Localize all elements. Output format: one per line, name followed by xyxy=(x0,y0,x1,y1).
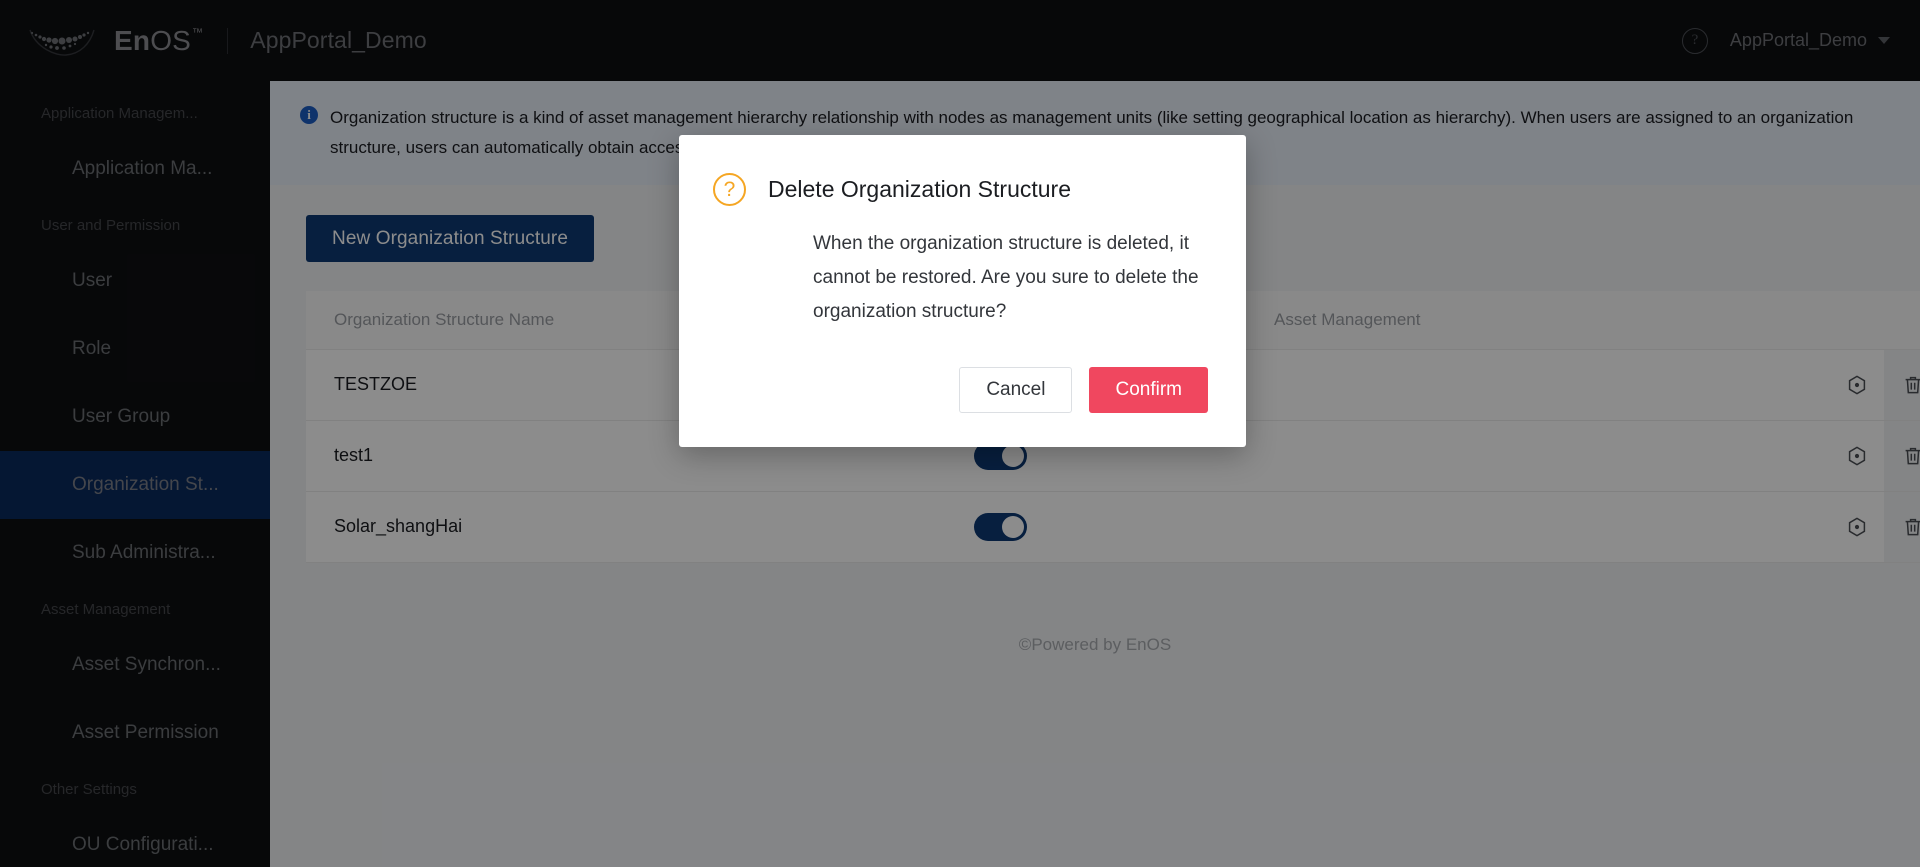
modal-title: Delete Organization Structure xyxy=(768,171,1071,207)
modal-body-text: When the organization structure is delet… xyxy=(713,207,1208,329)
app-root: EnOS™ AppPortal_Demo ? AppPortal_Demo Ap… xyxy=(0,0,1920,867)
modal-header: ? Delete Organization Structure xyxy=(713,171,1208,207)
delete-confirmation-dialog: ? Delete Organization Structure When the… xyxy=(679,135,1246,447)
modal-actions: Cancel Confirm xyxy=(713,329,1208,413)
confirm-button[interactable]: Confirm xyxy=(1089,367,1208,413)
question-circle-warning-icon: ? xyxy=(713,173,746,206)
cancel-button[interactable]: Cancel xyxy=(959,367,1072,413)
